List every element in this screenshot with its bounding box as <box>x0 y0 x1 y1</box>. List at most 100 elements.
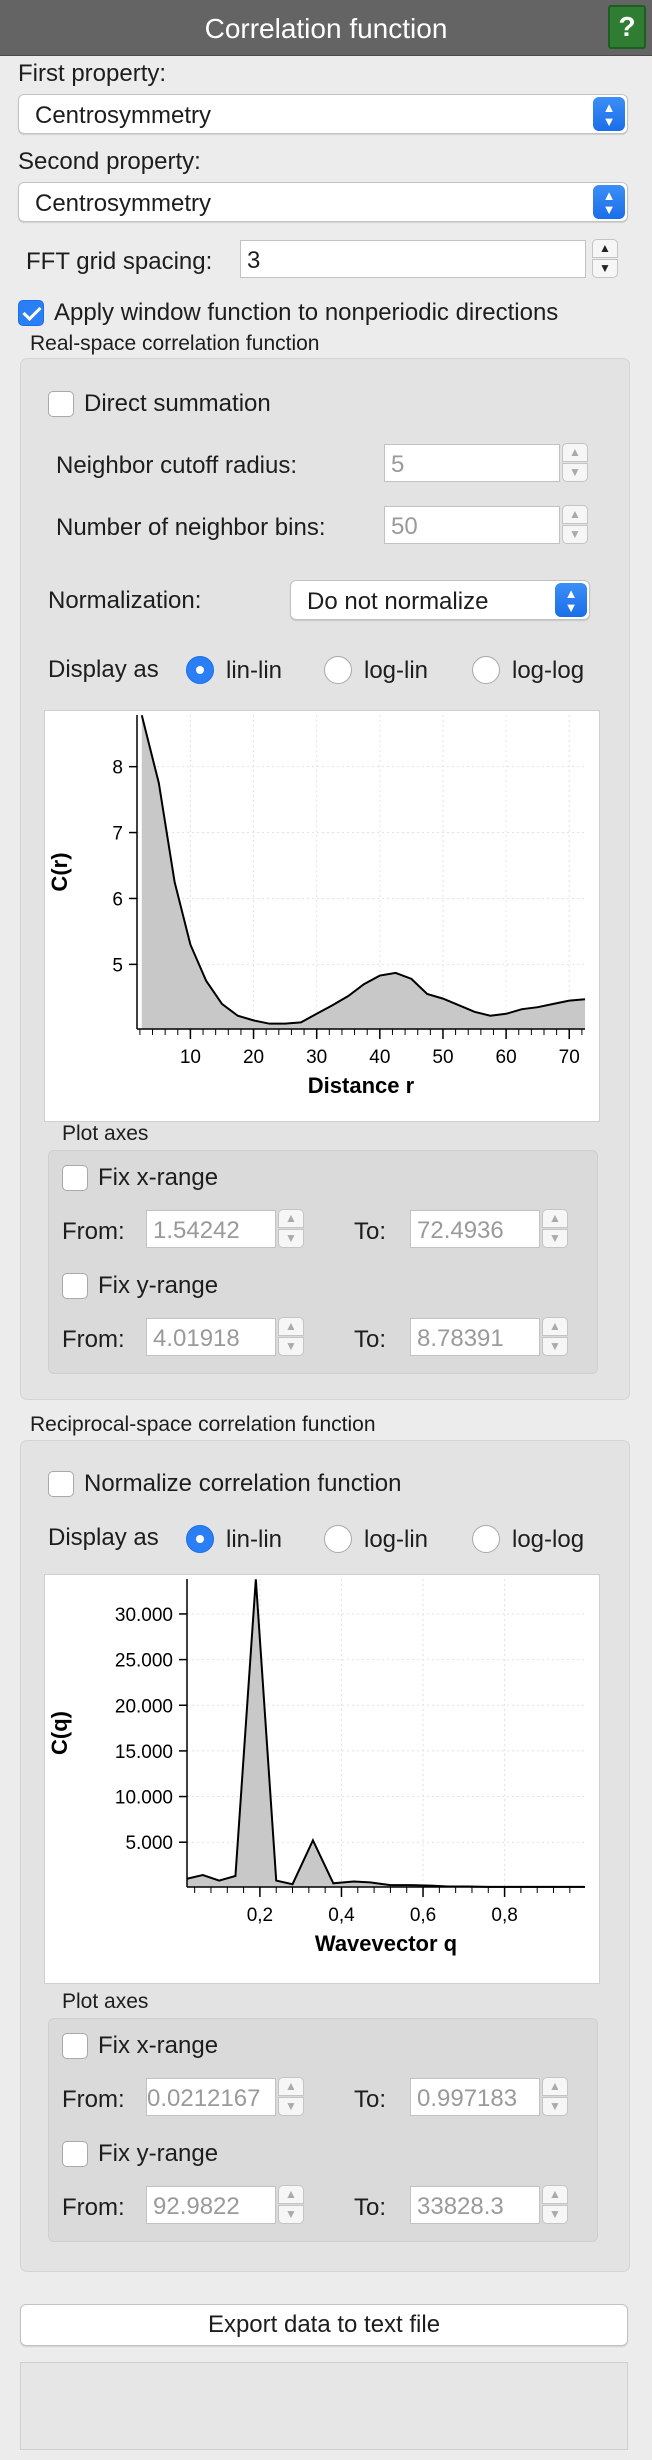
bins-input[interactable]: 50 <box>384 506 560 544</box>
x-axis-label: Distance r <box>308 1073 415 1098</box>
stepper-down-icon[interactable]: ▼ <box>542 1229 568 1248</box>
recip-x-from-input[interactable]: 0.0212167 <box>146 2078 276 2116</box>
data-point <box>331 1004 333 1006</box>
real-x-from-stepper[interactable]: ▲ ▼ <box>278 1209 304 1249</box>
real-space-chart-svg: 10 20 30 40 50 60 70 5 6 7 8 Distance r C(r) <box>47 714 586 1098</box>
stepper-up-icon[interactable]: ▲ <box>278 1317 304 1336</box>
data-point <box>275 1880 277 1882</box>
stepper-down-icon[interactable]: ▼ <box>542 2097 568 2116</box>
recip-x-from-value: 0.0212167 <box>147 2085 261 2112</box>
real-fix-y-checkbox[interactable] <box>62 1273 88 1299</box>
real-display-loglin-radio[interactable] <box>324 656 352 684</box>
real-display-loglin-label: log-lin <box>364 657 429 684</box>
stepper-up-icon[interactable]: ▲ <box>592 239 618 258</box>
stepper-up-icon[interactable]: ▲ <box>542 2077 568 2096</box>
recip-y-from-stepper[interactable]: ▲ ▼ <box>278 2185 304 2225</box>
stepper-down-icon[interactable]: ▼ <box>562 525 588 544</box>
fft-grid-input[interactable]: 3 <box>240 240 586 278</box>
recip-y-to-stepper[interactable]: ▲ ▼ <box>542 2185 568 2225</box>
help-button[interactable]: ? <box>608 5 646 49</box>
recip-x-from-stepper[interactable]: ▲ ▼ <box>278 2077 304 2117</box>
real-display-loglog-radio[interactable] <box>472 656 500 684</box>
stepper-down-icon[interactable]: ▼ <box>562 463 588 482</box>
real-fix-x-checkbox[interactable] <box>62 1165 88 1191</box>
stepper-down-icon[interactable]: ▼ <box>542 1337 568 1356</box>
recip-y-from-label: From: <box>62 2194 125 2221</box>
real-fix-y-label: Fix y-range <box>98 1272 219 1299</box>
stepper-up-icon[interactable]: ▲ <box>278 1209 304 1228</box>
real-fix-x-label: Fix x-range <box>98 1164 219 1191</box>
real-x-to-stepper[interactable]: ▲ ▼ <box>542 1209 568 1249</box>
data-point <box>347 995 349 997</box>
reciprocal-space-group-title: Reciprocal-space correlation function <box>30 1413 376 1436</box>
y-axis-label: C(q) <box>47 1711 72 1755</box>
data-point <box>389 1884 391 1886</box>
real-y-from-input[interactable]: 4.01918 <box>146 1318 276 1356</box>
y-tick-label: 10.000 <box>115 1788 173 1809</box>
select-arrows-icon: ▲ ▼ <box>593 97 625 131</box>
recip-fix-y-label: Fix y-range <box>98 2140 219 2167</box>
data-point <box>458 1004 460 1006</box>
real-display-linlin-radio[interactable] <box>186 656 214 684</box>
recip-display-linlin-radio[interactable] <box>186 1525 214 1553</box>
stepper-down-icon[interactable]: ▼ <box>278 1229 304 1248</box>
normalization-label: Normalization: <box>48 587 202 614</box>
real-x-from-input[interactable]: 1.54242 <box>146 1210 276 1248</box>
recip-y-from-input[interactable]: 92.9822 <box>146 2186 276 2224</box>
y-tick-label: 30.000 <box>115 1605 173 1626</box>
recip-fix-x-checkbox[interactable] <box>62 2033 88 2059</box>
real-y-to-stepper[interactable]: ▲ ▼ <box>542 1317 568 1357</box>
stepper-up-icon[interactable]: ▲ <box>542 1317 568 1336</box>
y-tick-label: 8 <box>112 758 123 779</box>
cutoff-stepper[interactable]: ▲ ▼ <box>562 443 588 483</box>
data-point <box>312 1839 314 1841</box>
normalize-correlation-checkbox[interactable] <box>48 1471 74 1497</box>
stepper-up-icon[interactable]: ▲ <box>278 2077 304 2096</box>
recip-x-to-label: To: <box>354 2086 387 2113</box>
reciprocal-space-chart-svg: 0,2 0,4 0,6 0,8 5.000 10.000 15.000 20.000 25.00… <box>47 1579 585 1956</box>
cutoff-input[interactable]: 5 <box>384 444 560 482</box>
real-x-to-input[interactable]: 72.4936 <box>410 1210 540 1248</box>
stepper-up-icon[interactable]: ▲ <box>542 1209 568 1228</box>
recip-display-loglog-radio[interactable] <box>472 1525 500 1553</box>
fft-grid-stepper[interactable]: ▲ ▼ <box>592 239 618 279</box>
data-point <box>202 1874 204 1876</box>
stepper-up-icon[interactable]: ▲ <box>562 443 588 462</box>
stepper-up-icon[interactable]: ▲ <box>278 2185 304 2204</box>
recip-x-to-stepper[interactable]: ▲ ▼ <box>542 2077 568 2117</box>
data-point <box>584 998 586 1000</box>
recip-display-loglin-radio[interactable] <box>324 1525 352 1553</box>
stepper-down-icon[interactable]: ▼ <box>592 259 618 278</box>
reciprocal-space-plot: 0,2 0,4 0,6 0,8 5.000 10.000 15.000 20.000 25.00… <box>44 1574 600 1984</box>
real-y-from-stepper[interactable]: ▲ ▼ <box>278 1317 304 1357</box>
normalization-select[interactable]: Do not normalize ▲ ▼ <box>290 580 590 620</box>
recip-x-to-value: 0.997183 <box>417 2085 518 2112</box>
direct-summation-checkbox[interactable] <box>48 391 74 417</box>
select-arrows-icon: ▲ ▼ <box>593 185 625 219</box>
apply-window-checkbox[interactable] <box>18 300 44 326</box>
first-property-select[interactable]: Centrosymmetry ▲ ▼ <box>18 94 628 134</box>
stepper-down-icon[interactable]: ▼ <box>278 2205 304 2224</box>
stepper-up-icon[interactable]: ▲ <box>562 505 588 524</box>
real-display-label: Display as <box>48 656 159 683</box>
stepper-down-icon[interactable]: ▼ <box>542 2205 568 2224</box>
recip-fix-y-checkbox[interactable] <box>62 2141 88 2167</box>
select-arrows-icon: ▲ ▼ <box>555 583 587 617</box>
real-y-to-value: 8.78391 <box>417 1325 504 1352</box>
bins-stepper[interactable]: ▲ ▼ <box>562 505 588 545</box>
data-point <box>489 1015 491 1017</box>
y-axis-label: C(r) <box>47 852 72 891</box>
stepper-down-icon[interactable]: ▼ <box>278 2097 304 2116</box>
real-y-to-input[interactable]: 8.78391 <box>410 1318 540 1356</box>
stepper-down-icon[interactable]: ▼ <box>278 1337 304 1356</box>
fft-grid-value: 3 <box>247 247 261 274</box>
second-property-select[interactable]: Centrosymmetry ▲ ▼ <box>18 182 628 222</box>
y-tick-label: 5.000 <box>125 1833 173 1854</box>
recip-y-to-input[interactable]: 33828.3 <box>410 2186 540 2224</box>
data-point <box>141 714 143 716</box>
export-data-button[interactable]: Export data to text file <box>20 2304 628 2346</box>
stepper-up-icon[interactable]: ▲ <box>542 2185 568 2204</box>
recip-y-to-label: To: <box>354 2194 387 2221</box>
data-point <box>237 1015 239 1017</box>
recip-x-to-input[interactable]: 0.997183 <box>410 2078 540 2116</box>
